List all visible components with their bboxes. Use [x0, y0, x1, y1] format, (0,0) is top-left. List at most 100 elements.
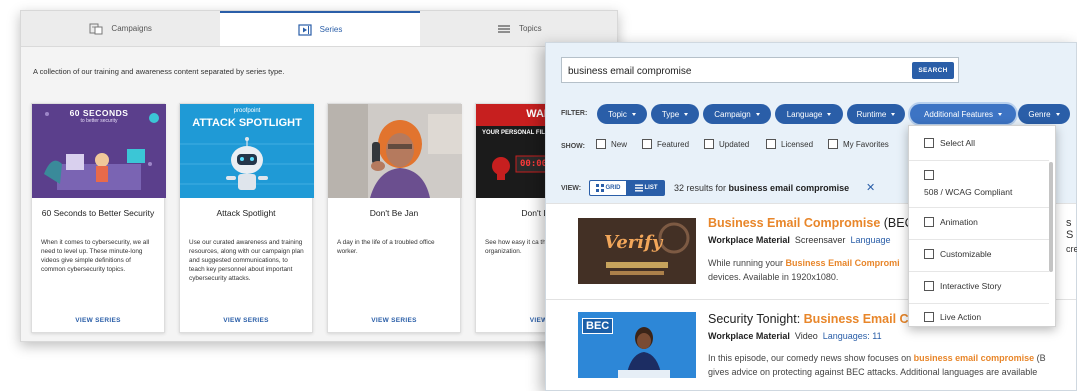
series-card-title: Attack Spotlight	[216, 208, 276, 218]
checkbox-box[interactable]	[766, 139, 776, 149]
show-new-checkbox[interactable]: New	[596, 139, 627, 149]
series-card-attack-spotlight[interactable]: proofpoint ATTACK SPOTLIGHT Attack Spotl…	[179, 103, 314, 333]
checkbox-box[interactable]	[924, 217, 934, 227]
search-button[interactable]: SEARCH	[912, 62, 954, 79]
result-title-fragment: s S	[1066, 217, 1074, 241]
tab-topics-label: Topics	[518, 24, 542, 33]
tab-topics[interactable]: Topics	[420, 11, 617, 46]
dropdown-divider	[909, 207, 1049, 208]
checkbox-box[interactable]	[924, 170, 934, 180]
result-title[interactable]: Security Tonight: Business Email Co	[708, 312, 916, 326]
option-select-all[interactable]: Select All	[924, 138, 975, 148]
thumbnail-caption: ATTACK SPOTLIGHT	[192, 117, 302, 129]
result-type: Workplace Material	[708, 235, 790, 245]
show-new-label: New	[611, 139, 628, 149]
result-languages-link[interactable]: Language	[850, 235, 890, 245]
option-customizable[interactable]: Customizable	[924, 249, 992, 259]
content-type-tabs: Campaigns Series Topics	[21, 11, 617, 47]
result-description-line2: devices. Available in 1920x1080.	[708, 272, 839, 282]
series-intro-text: A collection of our training and awarene…	[33, 67, 285, 76]
results-query: business email compromise	[728, 183, 850, 193]
option-live-action[interactable]: Live Action	[924, 312, 981, 322]
chevron-down-icon	[755, 112, 760, 116]
option-interactive-story[interactable]: Interactive Story	[924, 281, 1001, 291]
filter-language[interactable]: Language	[775, 104, 843, 124]
thumbnail-brand: proofpoint	[233, 108, 261, 114]
view-series-link[interactable]: VIEW SERIES	[32, 317, 164, 324]
checkbox-box[interactable]	[924, 138, 934, 148]
view-series-link[interactable]: VIEW SERIES	[180, 317, 312, 324]
series-card-description: A day in the life of a troubled office w…	[337, 239, 435, 255]
result-title[interactable]: Business Email Compromise (BEC) S	[708, 216, 930, 230]
list-view-button[interactable]: LIST	[627, 180, 665, 196]
result-desc-highlight: business email compromise	[913, 353, 1035, 363]
tab-series[interactable]: Series	[220, 11, 420, 46]
grid-view-button[interactable]: GRID	[589, 180, 627, 196]
result-languages-link[interactable]: Languages: 11	[823, 331, 882, 341]
result-type: Workplace Material	[708, 331, 790, 341]
filter-runtime[interactable]: Runtime	[847, 104, 905, 124]
result-thumbnail: BEC	[578, 312, 696, 378]
show-label: SHOW:	[561, 143, 585, 150]
view-series-link[interactable]: VIEW SERIES	[328, 317, 460, 324]
dropdown-divider	[909, 271, 1049, 272]
checkbox-box[interactable]	[596, 139, 606, 149]
series-card-60-seconds[interactable]: 60 SECONDS to better security 60 Seconds…	[31, 103, 166, 333]
checkbox-box[interactable]	[924, 281, 934, 291]
checkbox-box[interactable]	[828, 139, 838, 149]
filter-genre[interactable]: Genre	[1018, 104, 1070, 124]
results-summary: 32 results for business email compromise	[674, 183, 849, 193]
clear-search-icon[interactable]: ✕	[866, 181, 875, 194]
checkbox-box[interactable]	[642, 139, 652, 149]
thumbnail-subcaption: to better security	[80, 118, 118, 124]
result-description-line2: gives advice on protecting against BEC a…	[708, 367, 1038, 377]
option-interactive-story-label: Interactive Story	[940, 281, 1002, 291]
series-card-dont-be-jan[interactable]: Don't Be Jan A day in the life of a trou…	[327, 103, 462, 333]
filter-type[interactable]: Type	[651, 104, 699, 124]
thumbnail-caption: 60 SECONDS	[69, 108, 129, 118]
checkbox-box[interactable]	[924, 312, 934, 322]
campaigns-icon	[89, 23, 103, 35]
filter-campaign-label: Campaign	[714, 109, 751, 119]
dropdown-divider	[909, 303, 1049, 304]
dropdown-scrollbar[interactable]	[1049, 162, 1053, 272]
show-licensed-label: Licensed	[781, 139, 814, 149]
show-my-favorites-label: My Favorites	[843, 139, 889, 149]
result-description: While running your Business Email Compro…	[708, 256, 900, 270]
checkbox-box[interactable]	[704, 139, 714, 149]
screenshot-stage: Campaigns Series Topics A collection of …	[0, 0, 1077, 391]
series-thumbnail-dont-be-jan	[328, 104, 462, 198]
show-featured-checkbox[interactable]: Featured	[642, 139, 689, 149]
thumbnail-caption: BEC	[582, 318, 614, 334]
option-508-wcag[interactable]: 508 / WCAG Compliant	[924, 170, 1012, 197]
filter-additional-features[interactable]: Additional Features	[910, 104, 1016, 124]
show-updated-checkbox[interactable]: Updated	[704, 139, 749, 149]
option-animation[interactable]: Animation	[924, 217, 978, 227]
tab-campaigns[interactable]: Campaigns	[21, 11, 220, 46]
option-animation-label: Animation	[940, 217, 978, 227]
tab-campaigns-label: Campaigns	[111, 24, 152, 33]
filter-genre-label: Genre	[1028, 109, 1051, 119]
filter-label: FILTER:	[561, 110, 588, 117]
topics-list-icon	[497, 23, 511, 35]
result-format: Video	[794, 331, 818, 341]
result-thumbnail: Verify	[578, 218, 696, 284]
series-card-description: Use our curated awareness and training r…	[189, 239, 304, 282]
filter-runtime-label: Runtime	[856, 109, 887, 119]
filter-topic[interactable]: Topic	[597, 104, 647, 124]
result-desc-post: (B	[1034, 353, 1046, 363]
series-icon	[298, 23, 312, 36]
filter-campaign[interactable]: Campaign	[703, 104, 771, 124]
search-input[interactable]	[568, 63, 898, 79]
thumbnail-timer: 00:00	[520, 159, 548, 169]
additional-features-dropdown: Select All 508 / WCAG Compliant Animatio…	[908, 125, 1056, 327]
result-desc-pre: In this episode, our comedy news show fo…	[708, 353, 914, 363]
chevron-down-icon	[827, 112, 832, 116]
show-licensed-checkbox[interactable]: Licensed	[766, 139, 813, 149]
series-card-description: When it comes to cybersecurity, we all n…	[41, 239, 150, 273]
option-customizable-label: Customizable	[940, 249, 992, 259]
show-my-favorites-checkbox[interactable]: My Favorites	[828, 139, 889, 149]
checkbox-box[interactable]	[924, 249, 934, 259]
result-meta: Workplace Material Screensaver Language	[708, 235, 890, 245]
filter-type-label: Type	[661, 109, 680, 119]
